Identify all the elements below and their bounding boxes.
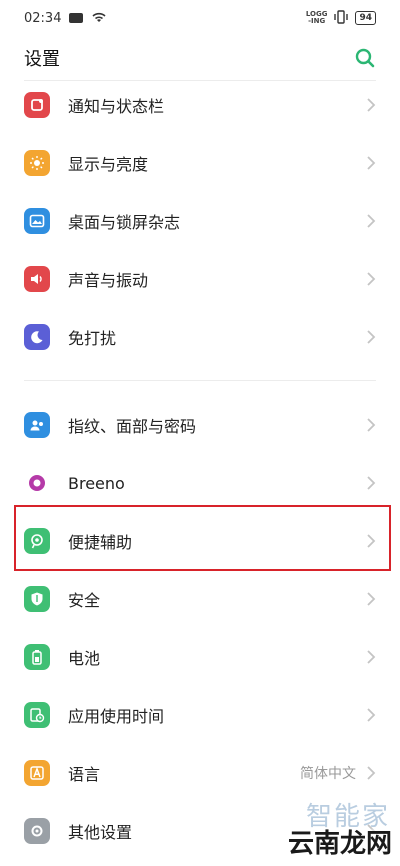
chevron-right-icon — [366, 213, 376, 229]
chevron-right-icon — [366, 533, 376, 549]
wallpaper-icon — [24, 208, 50, 234]
settings-item-sound[interactable]: 声音与振动 — [0, 250, 400, 308]
settings-item-label: 便捷辅助 — [68, 533, 133, 552]
settings-item-label: Breeno — [68, 473, 125, 493]
chevron-right-icon — [366, 591, 376, 607]
language-value: 简体中文 — [300, 766, 356, 782]
settings-item-convenience-assist[interactable]: 便捷辅助 — [0, 512, 400, 570]
assist-icon — [24, 528, 50, 554]
notification-icon — [24, 92, 50, 118]
app-header: 设置 — [0, 36, 400, 80]
settings-item-label: 桌面与锁屏杂志 — [68, 213, 181, 232]
status-right: LOGG -ING 94 — [305, 9, 376, 27]
moon-icon — [24, 324, 50, 350]
settings-item-label: 显示与亮度 — [68, 155, 149, 174]
page-title: 设置 — [24, 49, 60, 70]
settings-item-label: 语言 — [68, 765, 101, 784]
settings-item-label: 安全 — [68, 591, 101, 610]
chevron-right-icon — [366, 765, 376, 781]
vibrate-icon — [333, 9, 349, 27]
sound-icon — [24, 266, 50, 292]
chevron-right-icon — [366, 707, 376, 723]
breeno-icon — [24, 470, 50, 496]
other-settings-icon — [24, 818, 50, 844]
chevron-right-icon — [366, 417, 376, 433]
status-left: 02:34 — [24, 11, 107, 26]
section-divider — [24, 380, 376, 381]
battery-indicator: 94 — [355, 11, 376, 25]
clock: 02:34 — [24, 10, 62, 26]
settings-item-battery[interactable]: 电池 — [0, 628, 400, 686]
wifi-icon — [91, 11, 107, 26]
settings-item-language[interactable]: 语言 简体中文 — [0, 744, 400, 802]
search-icon[interactable] — [354, 47, 376, 69]
logging-indicator: LOGG -ING — [305, 10, 328, 25]
settings-item-breeno[interactable]: Breeno — [0, 454, 400, 512]
settings-item-fingerprint-face-password[interactable]: 指纹、面部与密码 — [0, 396, 400, 454]
settings-item-notifications[interactable]: 通知与状态栏 — [0, 76, 400, 134]
settings-item-app-usage-time[interactable]: 应用使用时间 — [0, 686, 400, 744]
settings-item-label: 通知与状态栏 — [68, 97, 165, 116]
settings-item-security[interactable]: 安全 — [0, 570, 400, 628]
settings-item-label: 声音与振动 — [68, 271, 149, 290]
settings-item-label: 免打扰 — [68, 329, 117, 348]
chevron-right-icon — [366, 823, 376, 839]
language-icon — [24, 760, 50, 786]
chevron-right-icon — [366, 329, 376, 345]
message-icon — [69, 13, 84, 23]
settings-item-other-settings[interactable]: 其他设置 — [0, 802, 400, 860]
chevron-right-icon — [366, 155, 376, 171]
settings-group-display: 通知与状态栏 显示与亮度 桌面与锁屏杂志 声音与振动 免打扰 — [0, 76, 400, 366]
fingerprint-icon — [24, 412, 50, 438]
chevron-right-icon — [366, 97, 376, 113]
chevron-right-icon — [366, 475, 376, 491]
settings-item-label: 应用使用时间 — [68, 707, 165, 726]
app-time-icon — [24, 702, 50, 728]
chevron-right-icon — [366, 649, 376, 665]
shield-icon — [24, 586, 50, 612]
settings-item-wallpaper[interactable]: 桌面与锁屏杂志 — [0, 192, 400, 250]
brightness-icon — [24, 150, 50, 176]
battery-icon — [24, 644, 50, 670]
settings-group-system: 指纹、面部与密码 Breeno 便捷辅助 安全 电池 应用使用时间 语言 简体中… — [0, 396, 400, 860]
settings-item-do-not-disturb[interactable]: 免打扰 — [0, 308, 400, 366]
settings-item-label: 电池 — [68, 649, 101, 668]
settings-item-label: 指纹、面部与密码 — [68, 417, 197, 436]
chevron-right-icon — [366, 271, 376, 287]
settings-item-display-brightness[interactable]: 显示与亮度 — [0, 134, 400, 192]
settings-item-label: 其他设置 — [68, 823, 133, 842]
status-bar: 02:34 LOGG -ING 94 — [0, 0, 400, 36]
